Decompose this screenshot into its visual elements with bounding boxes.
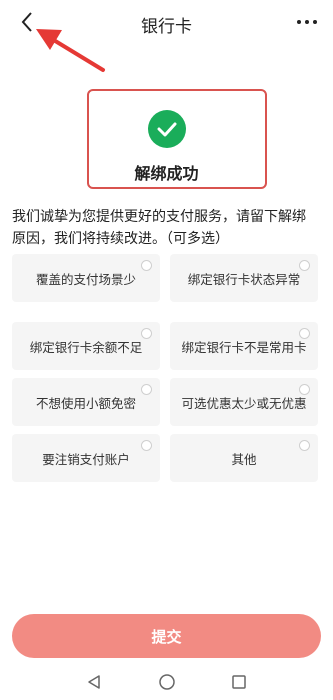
more-icon[interactable] [295, 12, 319, 32]
option-label: 绑定银行卡状态异常 [187, 272, 301, 287]
radio-circle-icon[interactable] [299, 384, 310, 395]
radio-circle-icon[interactable] [141, 260, 152, 271]
submit-button[interactable]: 提交 [12, 614, 321, 658]
radio-circle-icon[interactable] [299, 328, 310, 339]
option-label: 其他 [231, 452, 257, 467]
option-label: 不想使用小额免密 [35, 396, 136, 411]
nav-home-icon[interactable] [158, 673, 176, 691]
radio-circle-icon[interactable] [141, 328, 152, 339]
reason-description: 我们诚挚为您提供更好的支付服务，请留下解绑原因，我们将持续改进。（可多选） [12, 209, 306, 247]
reason-option[interactable]: 绑定银行卡不是常用卡 [170, 322, 318, 370]
header-bar: 银行卡 [0, 0, 333, 46]
radio-circle-icon[interactable] [299, 260, 310, 271]
nav-recent-icon[interactable] [231, 674, 247, 690]
reason-option[interactable]: 绑定银行卡余额不足 [12, 322, 160, 370]
option-label: 覆盖的支付场景少 [35, 272, 136, 287]
check-icon [148, 110, 186, 148]
reason-option[interactable]: 覆盖的支付场景少 [12, 254, 160, 302]
reason-option[interactable]: 不想使用小额免密 [12, 378, 160, 426]
option-label: 可选优惠太少或无优惠 [181, 396, 307, 411]
radio-circle-icon[interactable] [299, 440, 310, 451]
nav-back-icon[interactable] [86, 674, 102, 690]
radio-circle-icon[interactable] [141, 384, 152, 395]
reason-option[interactable]: 要注销支付账户 [12, 434, 160, 482]
reason-option[interactable]: 绑定银行卡状态异常 [170, 254, 318, 302]
option-label: 绑定银行卡余额不足 [29, 340, 143, 355]
reason-option[interactable]: 其他 [170, 434, 318, 482]
page-title: 银行卡 [141, 17, 192, 37]
system-nav-bar [0, 664, 333, 700]
success-message: 解绑成功 [134, 164, 199, 183]
radio-circle-icon[interactable] [141, 440, 152, 451]
reason-option[interactable]: 可选优惠太少或无优惠 [170, 378, 318, 426]
option-label: 绑定银行卡不是常用卡 [181, 340, 307, 355]
option-label: 要注销支付账户 [42, 452, 130, 467]
